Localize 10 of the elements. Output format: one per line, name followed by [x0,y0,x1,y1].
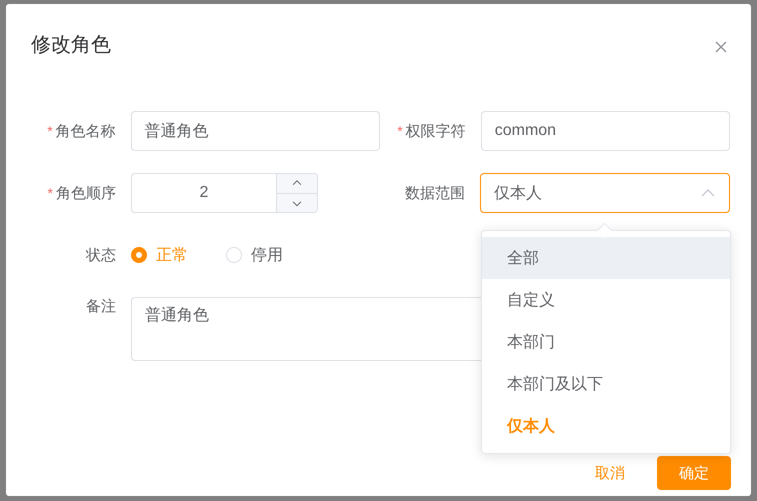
dialog-title: 修改角色 [31,32,111,58]
field-label: 权限字符 [406,122,466,140]
field-label: 数据范围 [405,184,465,202]
required-mark: * [47,123,53,139]
field-label: 备注 [86,297,116,316]
field-label: 状态 [86,246,116,264]
required-mark: * [397,123,403,139]
required-mark: * [48,185,53,201]
field-label: 角色名称 [56,122,116,140]
field-label: 角色顺序 [56,184,116,202]
